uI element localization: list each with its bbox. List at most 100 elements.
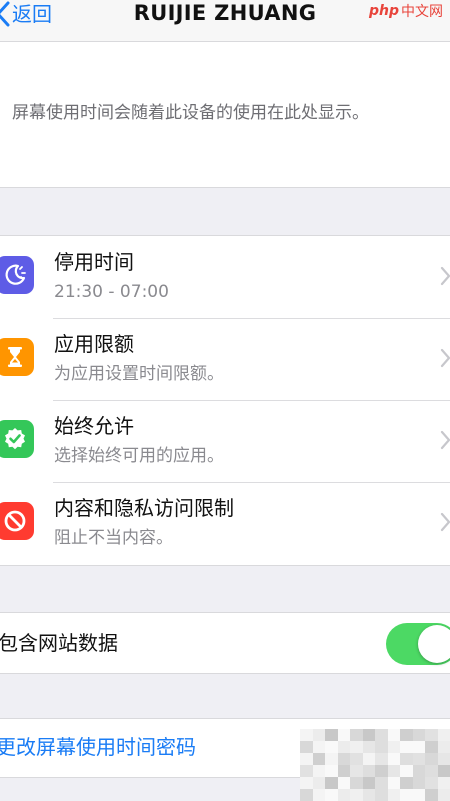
app-limits-title: 应用限额	[54, 332, 134, 356]
mosaic-cell	[425, 789, 438, 801]
mosaic-cell	[337, 789, 350, 801]
navigation-bar: 返回 RUIJIE ZHUANG php 中文网	[0, 0, 450, 42]
downtime-subtitle: 21:30 - 07:00	[54, 282, 169, 302]
mosaic-cell	[337, 741, 350, 753]
always-allowed-title: 始终允许	[54, 414, 134, 438]
change-passcode-link[interactable]: 更改屏幕使用时间密码	[0, 733, 196, 761]
mosaic-cell	[362, 765, 375, 777]
mosaic-cell	[312, 777, 325, 789]
always-allowed-row[interactable]: 始终允许 选择始终可用的应用。	[0, 400, 450, 482]
content-privacy-subtitle: 阻止不当内容。	[54, 528, 173, 548]
settings-list: 停用时间 21:30 - 07:00 应用限额 为应用设置时间限额。 始终允许 …	[0, 235, 450, 566]
usage-info-text: 屏幕使用时间会随着此设备的使用在此处显示。	[12, 103, 369, 123]
mosaic-cell	[337, 753, 350, 765]
mosaic-cell	[412, 765, 425, 777]
always-allowed-subtitle: 选择始终可用的应用。	[54, 446, 224, 466]
mosaic-cell	[337, 777, 350, 789]
chevron-right-icon	[440, 512, 450, 532]
website-data-label: 包含网站数据	[0, 631, 118, 655]
mosaic-cell	[350, 741, 363, 753]
mosaic-cell	[400, 729, 413, 741]
downtime-title: 停用时间	[54, 250, 134, 274]
mosaic-cell	[375, 777, 388, 789]
hourglass-icon	[0, 338, 34, 376]
mosaic-cell	[312, 753, 325, 765]
mosaic-cell	[387, 729, 400, 741]
checkmark-seal-icon	[0, 420, 34, 458]
mosaic-cell	[325, 729, 338, 741]
mosaic-cell	[325, 765, 338, 777]
mosaic-cell	[412, 741, 425, 753]
mosaic-cell	[412, 789, 425, 801]
mosaic-cell	[425, 729, 438, 741]
mosaic-cell	[425, 753, 438, 765]
mosaic-cell	[350, 729, 363, 741]
mosaic-cell	[300, 753, 313, 765]
mosaic-cell	[337, 765, 350, 777]
toggle-knob	[418, 625, 450, 663]
mosaic-cell	[300, 741, 313, 753]
mosaic-cell	[437, 753, 450, 765]
mosaic-cell	[350, 789, 363, 801]
watermark-text: 中文网	[401, 4, 444, 20]
mosaic-cell	[350, 765, 363, 777]
mosaic-cell	[400, 789, 413, 801]
downtime-row[interactable]: 停用时间 21:30 - 07:00	[0, 236, 450, 318]
mosaic-cell	[350, 777, 363, 789]
mosaic-cell	[312, 741, 325, 753]
mosaic-cell	[362, 789, 375, 801]
watermark-logo: php	[369, 3, 400, 19]
mosaic-cell	[362, 753, 375, 765]
mosaic-cell	[425, 741, 438, 753]
mosaic-cell	[300, 729, 313, 741]
pixelated-watermark	[300, 729, 450, 801]
mosaic-cell	[400, 777, 413, 789]
mosaic-cell	[387, 741, 400, 753]
mosaic-cell	[362, 777, 375, 789]
chevron-right-icon	[440, 430, 450, 450]
app-limits-subtitle: 为应用设置时间限额。	[54, 364, 224, 384]
mosaic-cell	[325, 741, 338, 753]
mosaic-cell	[325, 789, 338, 801]
chevron-right-icon	[440, 348, 450, 368]
mosaic-cell	[387, 777, 400, 789]
mosaic-cell	[425, 777, 438, 789]
mosaic-cell	[437, 777, 450, 789]
mosaic-cell	[412, 753, 425, 765]
website-data-row: 包含网站数据	[0, 612, 450, 674]
mosaic-cell	[362, 741, 375, 753]
mosaic-cell	[312, 729, 325, 741]
mosaic-cell	[375, 729, 388, 741]
mosaic-cell	[362, 729, 375, 741]
mosaic-cell	[312, 789, 325, 801]
content-privacy-row[interactable]: 内容和隐私访问限制 阻止不当内容。	[0, 482, 450, 564]
restriction-icon	[0, 502, 34, 540]
mosaic-cell	[300, 789, 313, 801]
mosaic-cell	[437, 789, 450, 801]
website-data-toggle[interactable]	[386, 623, 450, 665]
mosaic-cell	[325, 777, 338, 789]
chevron-right-icon	[440, 266, 450, 286]
mosaic-cell	[425, 765, 438, 777]
mosaic-cell	[387, 765, 400, 777]
mosaic-cell	[387, 753, 400, 765]
mosaic-cell	[437, 729, 450, 741]
mosaic-cell	[387, 789, 400, 801]
screen: 返回 RUIJIE ZHUANG php 中文网 屏幕使用时间会随着此设备的使用…	[0, 0, 450, 801]
mosaic-cell	[300, 777, 313, 789]
mosaic-cell	[300, 765, 313, 777]
mosaic-cell	[400, 765, 413, 777]
mosaic-cell	[412, 729, 425, 741]
mosaic-cell	[375, 789, 388, 801]
downtime-icon	[0, 256, 34, 294]
watermark: php 中文网	[369, 0, 443, 22]
mosaic-cell	[312, 765, 325, 777]
mosaic-cell	[350, 753, 363, 765]
content-privacy-title: 内容和隐私访问限制	[54, 496, 234, 520]
mosaic-cell	[412, 777, 425, 789]
mosaic-cell	[437, 765, 450, 777]
mosaic-cell	[325, 753, 338, 765]
app-limits-row[interactable]: 应用限额 为应用设置时间限额。	[0, 318, 450, 400]
mosaic-cell	[337, 729, 350, 741]
mosaic-cell	[375, 765, 388, 777]
